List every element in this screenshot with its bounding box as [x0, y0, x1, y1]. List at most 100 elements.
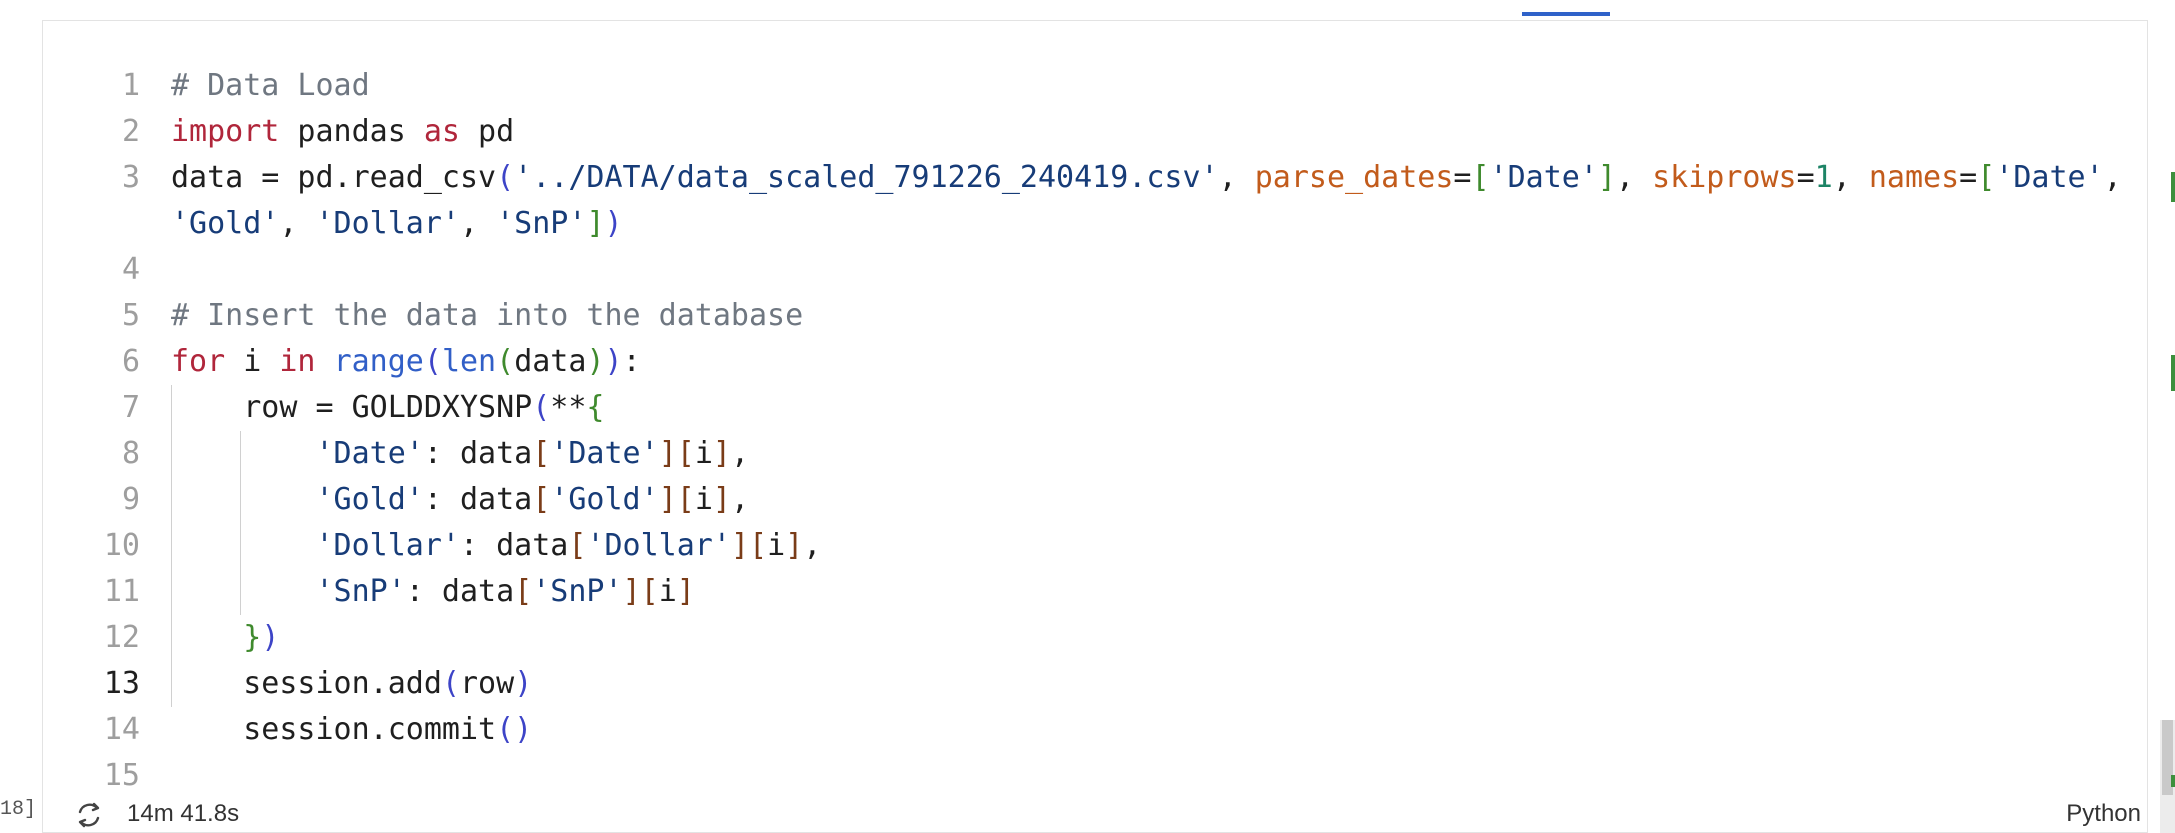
code-token: 'Dollar'	[315, 206, 461, 241]
notebook-view: 1 # Data Load 2 import pandas as pd 3 data = …	[0, 0, 2175, 833]
code-line[interactable]: 8 'Date': data['Date'][i],	[43, 431, 2103, 477]
code-token: )	[604, 344, 623, 379]
execution-count: 18]	[0, 798, 37, 821]
code-token: ]	[712, 436, 731, 471]
code-token: )	[586, 344, 605, 379]
code-token: data	[514, 344, 587, 379]
code-line[interactable]: 13 session.add(row)	[43, 661, 2103, 707]
code-token: : data	[423, 482, 533, 517]
code-token: as	[423, 114, 460, 149]
code-token: ,	[279, 206, 316, 241]
code-token: [	[532, 482, 551, 517]
refresh-icon[interactable]	[73, 799, 105, 831]
code-line[interactable]: 5 # Insert the data into the database	[43, 293, 2103, 339]
line-number: 12	[103, 620, 140, 655]
code-token: 'Gold'	[550, 482, 659, 517]
line-number: 2	[121, 114, 140, 149]
line-number: 3	[121, 160, 140, 195]
code-token: ]	[730, 528, 749, 563]
code-token: import	[171, 114, 280, 149]
code-token: data = pd.read_csv	[171, 160, 497, 195]
line-number: 15	[103, 758, 140, 793]
code-token: [	[532, 436, 551, 471]
code-token: names	[1868, 160, 1960, 195]
code-token: 'Gold'	[171, 206, 280, 241]
code-token: [	[514, 574, 533, 609]
code-line[interactable]: 3 data = pd.read_csv('../DATA/data_scaled…	[43, 155, 2122, 201]
indent-guide	[240, 431, 241, 615]
code-token: session.commit	[171, 712, 497, 747]
code-text: session.add(row)	[171, 661, 532, 707]
code-token: ()	[496, 712, 533, 747]
code-token: ,	[730, 482, 749, 517]
code-token: 'Dollar'	[315, 528, 461, 563]
code-token: **	[550, 390, 587, 425]
line-number: 7	[121, 390, 140, 425]
code-text: # Insert the data into the database	[171, 293, 803, 339]
code-token: 'SnP'	[532, 574, 623, 609]
line-number: 9	[121, 482, 140, 517]
code-token: i	[694, 482, 713, 517]
indent-guide	[171, 385, 172, 707]
code-token: session.add	[171, 666, 442, 701]
code-token: ]	[676, 574, 695, 609]
code-line[interactable]: 10 'Dollar': data['Dollar'][i],	[43, 523, 2103, 569]
code-line[interactable]: 2 import pandas as pd	[43, 109, 2103, 155]
code-line[interactable]: 7 row = GOLDDXYSNP(**{	[43, 385, 2103, 431]
code-token: (	[496, 160, 515, 195]
code-token: i	[658, 574, 677, 609]
code-token: 'Dollar'	[586, 528, 731, 563]
code-token: for	[171, 344, 226, 379]
code-line[interactable]: 'Gold', 'Dollar', 'SnP'])	[43, 201, 2103, 247]
code-token: (	[441, 666, 460, 701]
code-token: ,	[730, 436, 749, 471]
code-token: range	[333, 344, 424, 379]
code-text: 'SnP': data['SnP'][i]	[171, 569, 695, 615]
code-line[interactable]: 6 for i in range(len(data)):	[43, 339, 2103, 385]
code-token: )	[604, 206, 623, 241]
code-line[interactable]: 12 })	[43, 615, 2103, 661]
code-token: )	[261, 620, 280, 655]
code-token: len	[441, 344, 497, 379]
code-line[interactable]: 4	[43, 247, 2103, 293]
code-token: ,	[803, 528, 822, 563]
code-token: {	[586, 390, 605, 425]
active-tab-indicator	[1522, 12, 1610, 16]
line-number: 14	[103, 712, 140, 747]
code-text: import pandas as pd	[171, 109, 514, 155]
code-text: 'Gold': data['Gold'][i],	[171, 477, 750, 523]
code-line[interactable]: 1 # Data Load	[43, 63, 2103, 109]
language-selector[interactable]: Python	[2066, 800, 2141, 828]
code-token: 'Date'	[1489, 160, 1598, 195]
code-editor[interactable]: 1 # Data Load 2 import pandas as pd 3 data = …	[43, 63, 2122, 799]
code-token: =	[1796, 160, 1815, 195]
code-token: ,	[2103, 160, 2122, 195]
code-line[interactable]: 9 'Gold': data['Gold'][i],	[43, 477, 2103, 523]
line-number: 1	[121, 68, 140, 103]
line-number: 6	[121, 344, 140, 379]
code-text: 'Dollar': data['Dollar'][i],	[171, 523, 822, 569]
code-text: row = GOLDDXYSNP(**{	[171, 385, 604, 431]
change-marker	[2171, 775, 2175, 787]
code-cell[interactable]: 1 # Data Load 2 import pandas as pd 3 data = …	[42, 20, 2148, 833]
code-text: # Data Load	[171, 63, 370, 109]
code-token: in	[279, 344, 316, 379]
code-line[interactable]: 11 'SnP': data['SnP'][i]	[43, 569, 2103, 615]
code-text: session.commit()	[171, 707, 532, 753]
code-token: =	[1453, 160, 1472, 195]
line-number: 8	[121, 436, 140, 471]
code-token: i	[694, 436, 713, 471]
code-token: ,	[1832, 160, 1869, 195]
code-token: 'Gold'	[315, 482, 424, 517]
code-line[interactable]: 15	[43, 753, 2103, 799]
code-line[interactable]: 14 session.commit()	[43, 707, 2103, 753]
code-token: =	[1959, 160, 1978, 195]
code-token: : data	[460, 528, 569, 563]
code-token: ]	[712, 482, 731, 517]
code-token: ]	[586, 206, 605, 241]
change-marker	[2171, 355, 2175, 391]
cell-status-bar: 14m 41.8s Python	[43, 797, 2149, 833]
